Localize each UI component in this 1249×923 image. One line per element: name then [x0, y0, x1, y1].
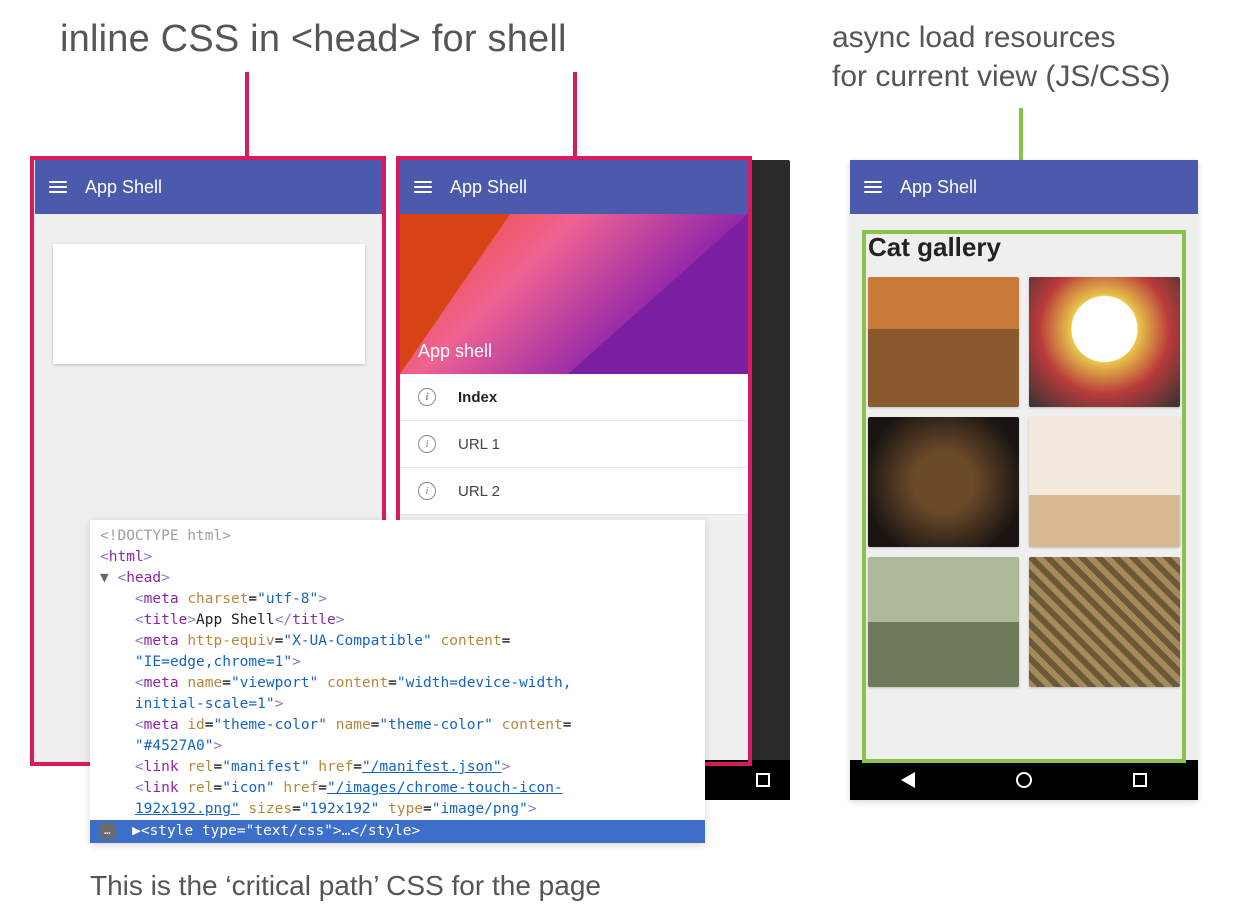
app-bar: App Shell	[850, 160, 1198, 214]
connector-left	[245, 72, 249, 160]
gallery-thumb[interactable]	[1029, 277, 1180, 407]
code-line: "IE=edge,chrome=1">	[100, 652, 695, 673]
drawer-hero: App shell	[400, 214, 748, 374]
gallery-thumb[interactable]	[868, 277, 1019, 407]
phone-loaded-view: App Shell Cat gallery	[850, 160, 1198, 800]
code-line: <meta http-equiv="X-UA-Compatible" conte…	[100, 631, 695, 652]
devtools-source-panel: <!DOCTYPE html> <html> ▼ <head> <meta ch…	[90, 520, 705, 843]
info-icon: i	[418, 482, 436, 500]
heading-inline-css: inline CSS in <head> for shell	[60, 18, 567, 61]
nav-recent-icon[interactable]	[1133, 773, 1147, 787]
empty-card	[53, 244, 365, 364]
heading-async-line2: for current view (JS/CSS)	[832, 60, 1170, 93]
caption-critical-path: This is the ‘critical path’ CSS for the …	[90, 870, 601, 902]
drawer-item-index[interactable]: i Index	[400, 374, 748, 421]
drawer-item-url1[interactable]: i URL 1	[400, 421, 748, 468]
hamburger-icon[interactable]	[49, 181, 67, 193]
code-line-selected[interactable]: … ▶<style type="text/css">…</style>	[90, 820, 705, 843]
drawer-item-label: Index	[458, 389, 497, 406]
drawer-item-label: URL 2	[458, 483, 500, 500]
code-line: <title>App Shell</title>	[100, 610, 695, 631]
drawer-item-label: URL 1	[458, 436, 500, 453]
drawer-hero-title: App shell	[418, 341, 492, 362]
app-bar-title: App Shell	[85, 177, 162, 198]
gallery-thumb[interactable]	[868, 417, 1019, 547]
code-line: <meta id="theme-color" name="theme-color…	[100, 715, 695, 736]
code-line: ▼ <head>	[100, 568, 695, 589]
connector-middle	[573, 72, 577, 160]
hamburger-icon[interactable]	[864, 181, 882, 193]
code-line: 192x192.png" sizes="192x192" type="image…	[100, 799, 695, 820]
page-content: Cat gallery	[850, 214, 1198, 705]
cat-gallery-grid	[868, 277, 1180, 687]
code-line: <meta name="viewport" content="width=dev…	[100, 673, 695, 694]
code-line: <link rel="manifest" href="/manifest.jso…	[100, 757, 695, 778]
android-nav-bar	[850, 760, 1198, 800]
gallery-thumb[interactable]	[1029, 417, 1180, 547]
code-line: "#4527A0">	[100, 736, 695, 757]
code-line: <meta charset="utf-8">	[100, 589, 695, 610]
code-line: <link rel="icon" href="/images/chrome-to…	[100, 778, 695, 799]
nav-home-icon[interactable]	[1016, 772, 1032, 788]
nav-recent-icon[interactable]	[756, 773, 770, 787]
gallery-thumb[interactable]	[1029, 557, 1180, 687]
app-bar-title: App Shell	[900, 177, 977, 198]
app-bar: App Shell	[400, 160, 748, 214]
hamburger-icon[interactable]	[414, 181, 432, 193]
drawer-list: i Index i URL 1 i URL 2	[400, 374, 748, 515]
app-bar-title: App Shell	[450, 177, 527, 198]
heading-async-resources: async load resources for current view (J…	[832, 18, 1170, 96]
info-icon: i	[418, 435, 436, 453]
gallery-title: Cat gallery	[868, 232, 1180, 263]
nav-back-icon[interactable]	[901, 772, 915, 788]
heading-async-line1: async load resources	[832, 21, 1115, 54]
code-line: initial-scale=1">	[100, 694, 695, 715]
drawer-item-url2[interactable]: i URL 2	[400, 468, 748, 515]
gallery-thumb[interactable]	[868, 557, 1019, 687]
code-line: <html>	[100, 547, 695, 568]
code-line: <!DOCTYPE html>	[100, 526, 695, 547]
info-icon: i	[418, 388, 436, 406]
app-bar: App Shell	[35, 160, 383, 214]
